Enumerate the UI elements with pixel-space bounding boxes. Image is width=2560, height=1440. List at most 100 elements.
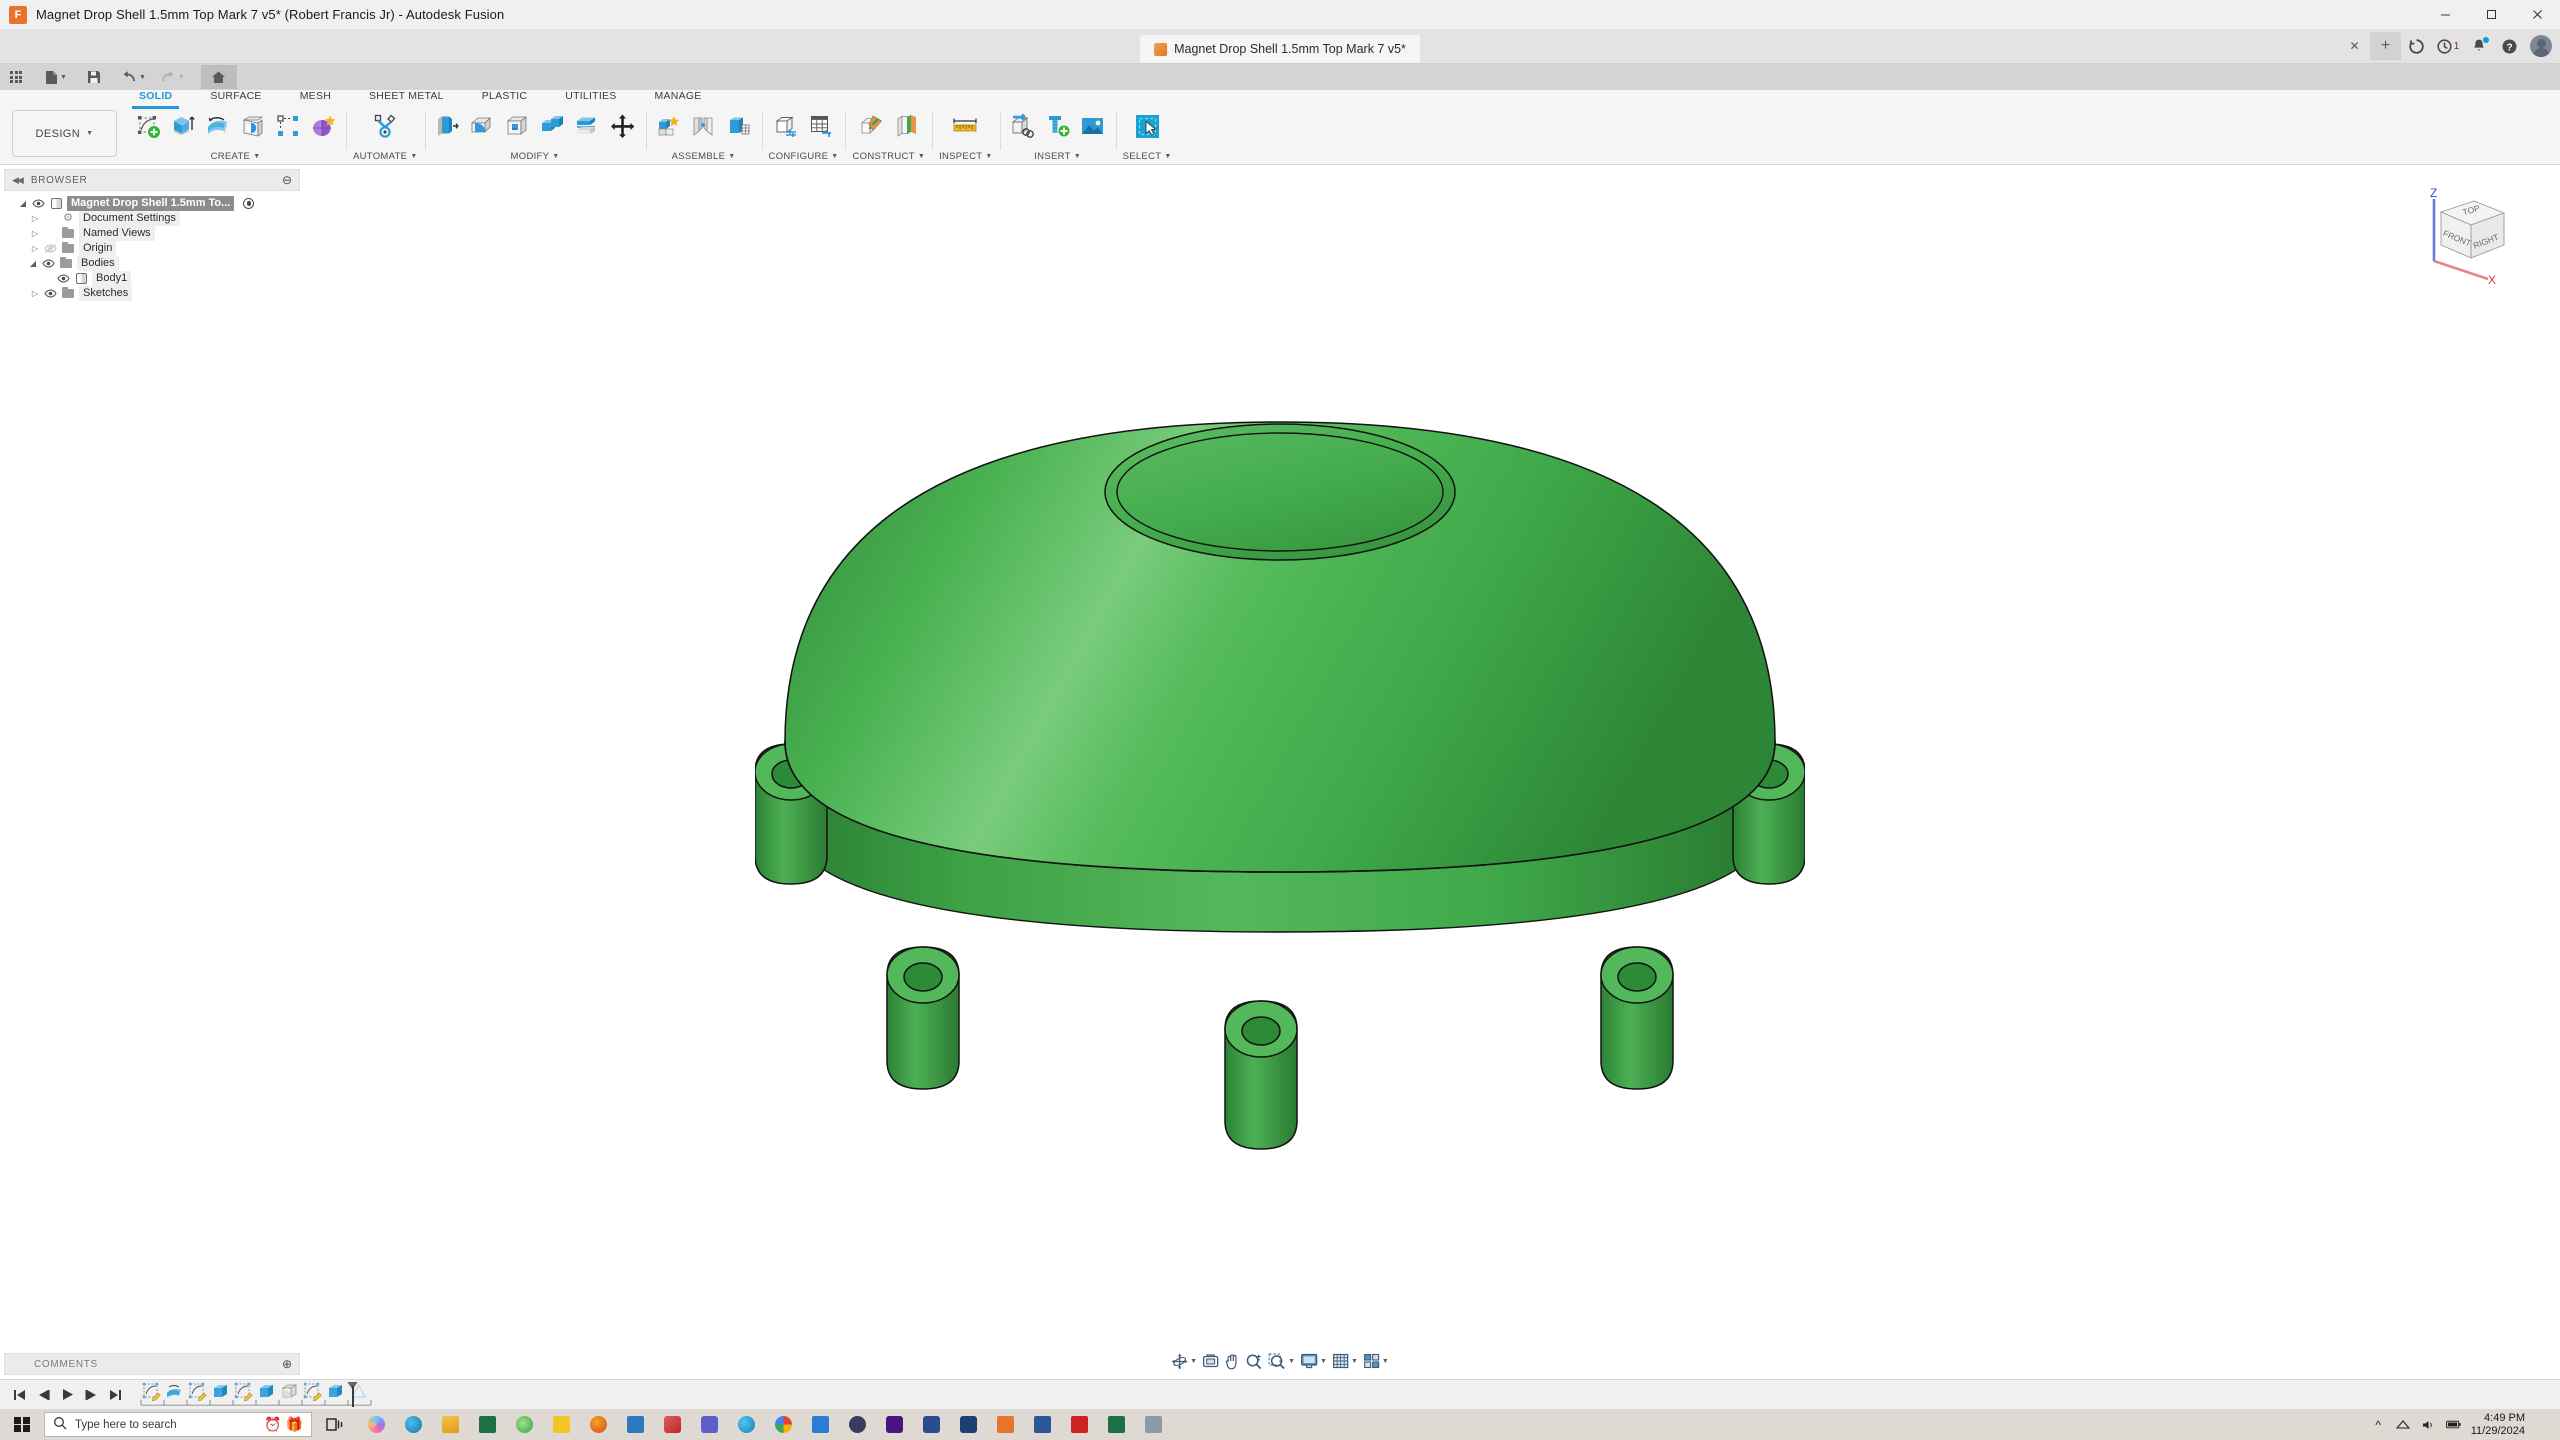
ribbon-tab-plastic[interactable]: PLASTIC — [463, 90, 547, 107]
user-avatar[interactable] — [2530, 35, 2552, 57]
joint-icon[interactable] — [688, 110, 720, 142]
move-copy-icon[interactable] — [607, 110, 639, 142]
taskbar-lightroom[interactable] — [913, 1409, 949, 1440]
orbit-button[interactable]: ▼ — [1169, 1350, 1199, 1372]
expander-open-icon[interactable]: ◢ — [18, 199, 28, 208]
close-button[interactable] — [2514, 0, 2560, 30]
task-view-icon[interactable] — [316, 1409, 352, 1440]
clock-widget-icon[interactable]: ⏰ — [264, 1416, 281, 1433]
expander-closed-icon[interactable]: ▷ — [30, 229, 40, 238]
zoom-button[interactable] — [1243, 1350, 1265, 1372]
job-status-icon[interactable] — [2401, 33, 2432, 60]
chevron-down-icon[interactable]: ▼ — [1320, 1358, 1327, 1365]
taskbar-edge[interactable] — [395, 1409, 431, 1440]
timeline-step-forward[interactable] — [80, 1383, 102, 1407]
recent-activity-icon[interactable]: 1 — [2432, 33, 2463, 60]
browser-options-icon[interactable]: ⊖ — [282, 173, 292, 187]
expander-closed-icon[interactable]: ▷ — [30, 289, 40, 298]
shell-icon[interactable] — [502, 110, 534, 142]
create-form-icon[interactable] — [307, 110, 339, 142]
browser-bodies[interactable]: ◢ Bodies — [4, 256, 300, 271]
view-cube[interactable]: Z X TOP FRONT RIGHT — [2412, 179, 2522, 287]
expander-closed-icon[interactable]: ▷ — [30, 244, 40, 253]
taskbar-excel[interactable] — [469, 1409, 505, 1440]
save-button[interactable] — [81, 65, 107, 89]
chevron-down-icon[interactable]: ▼ — [410, 153, 417, 160]
taskbar-clock[interactable]: 4:49 PM 11/29/2024 — [2471, 1412, 2525, 1438]
minimize-button[interactable] — [2422, 0, 2468, 30]
app-grid-button[interactable] — [3, 65, 29, 89]
combine-icon[interactable] — [537, 110, 569, 142]
taskbar-premiere[interactable] — [876, 1409, 912, 1440]
chevron-down-icon[interactable]: ▼ — [253, 153, 260, 160]
insert-mcmaster-icon[interactable] — [1042, 110, 1074, 142]
new-file-button[interactable]: ▼ — [41, 65, 71, 89]
taskbar-chrome-alt[interactable] — [506, 1409, 542, 1440]
viewport-canvas[interactable]: ◀◀ BROWSER ⊖ ◢ Magnet Drop Shell 1.5mm T… — [0, 165, 2560, 1379]
chevron-down-icon[interactable]: ▼ — [1190, 1358, 1197, 1365]
notifications-bell-icon[interactable] — [2463, 33, 2494, 60]
taskbar-acrobat[interactable] — [1061, 1409, 1097, 1440]
ribbon-tab-mesh[interactable]: MESH — [281, 90, 350, 107]
taskbar-fusion[interactable] — [987, 1409, 1023, 1440]
tab-close-icon[interactable]: ✕ — [2339, 33, 2370, 60]
pan-hand-button[interactable] — [1222, 1350, 1242, 1372]
automated-modeling-icon[interactable] — [369, 110, 401, 142]
chevron-down-icon[interactable]: ▼ — [985, 153, 992, 160]
taskbar-obs[interactable] — [839, 1409, 875, 1440]
split-face-icon[interactable] — [572, 110, 604, 142]
home-button[interactable] — [200, 65, 237, 89]
taskbar-search-box[interactable]: Type here to search ⏰ 🎁 — [44, 1412, 312, 1437]
timeline-feature-sketch-1[interactable] — [140, 1381, 163, 1407]
show-desktop-button[interactable] — [2535, 1417, 2550, 1432]
new-component-icon[interactable] — [653, 110, 685, 142]
timeline-step-back[interactable] — [32, 1383, 54, 1407]
grid-snaps-button[interactable]: ▼ — [1330, 1350, 1360, 1372]
expander-closed-icon[interactable]: ▷ — [30, 214, 40, 223]
select-cursor-icon[interactable] — [1131, 110, 1163, 142]
look-at-button[interactable] — [1200, 1350, 1221, 1372]
visibility-eye-icon[interactable] — [44, 289, 57, 298]
revolve-icon[interactable] — [202, 110, 234, 142]
timeline-feature-extrude-1[interactable] — [209, 1381, 232, 1407]
visibility-eye-icon[interactable] — [32, 199, 45, 208]
configure-design-icon[interactable] — [770, 110, 802, 142]
browser-document-settings[interactable]: ▷ ⚙ Document Settings — [4, 211, 300, 226]
redo-button[interactable]: ▼ — [156, 65, 189, 89]
taskbar-word[interactable] — [1024, 1409, 1060, 1440]
ribbon-tab-solid[interactable]: SOLID — [120, 90, 191, 109]
measure-ruler-icon[interactable] — [950, 110, 982, 142]
ribbon-tab-utilities[interactable]: UTILITIES — [546, 90, 635, 107]
display-settings-button[interactable]: ▼ — [1298, 1350, 1329, 1372]
timeline-feature-extrude-3[interactable] — [324, 1381, 347, 1407]
timeline-feature-fillet-1[interactable] — [278, 1381, 301, 1407]
tray-network-icon[interactable] — [2396, 1417, 2411, 1432]
press-pull-icon[interactable] — [432, 110, 464, 142]
chevron-down-icon[interactable]: ▼ — [1164, 153, 1171, 160]
viewports-button[interactable]: ▼ — [1361, 1350, 1391, 1372]
visibility-eye-icon[interactable] — [42, 259, 55, 268]
insert-canvas-icon[interactable] — [1077, 110, 1109, 142]
gift-widget-icon[interactable]: 🎁 — [286, 1416, 303, 1433]
taskbar-file-explorer[interactable] — [432, 1409, 468, 1440]
chevron-down-icon[interactable]: ▼ — [1351, 1358, 1358, 1365]
maximize-button[interactable] — [2468, 0, 2514, 30]
chevron-down-icon[interactable]: ▼ — [1382, 1358, 1389, 1365]
comments-panel[interactable]: COMMENTS ⊕ — [4, 1353, 300, 1375]
taskbar-paint[interactable] — [654, 1409, 690, 1440]
timeline-feature-sketch-2[interactable] — [186, 1381, 209, 1407]
activate-component-radio[interactable] — [243, 198, 255, 209]
ribbon-tab-sheet-metal[interactable]: SHEET METAL — [350, 90, 463, 107]
tray-chevron-icon[interactable]: ^ — [2371, 1417, 2386, 1432]
taskbar-copilot[interactable] — [358, 1409, 394, 1440]
pattern-icon[interactable] — [272, 110, 304, 142]
browser-collapse-icon[interactable]: ◀◀ — [12, 175, 24, 186]
chevron-down-icon[interactable]: ▼ — [728, 153, 735, 160]
timeline-feature-ghost[interactable] — [347, 1381, 370, 1407]
browser-body1[interactable]: Body1 — [4, 271, 300, 286]
browser-sketches[interactable]: ▷ Sketches — [4, 286, 300, 301]
document-tab[interactable]: Magnet Drop Shell 1.5mm Top Mark 7 v5* — [1140, 35, 1420, 63]
browser-root-component[interactable]: ◢ Magnet Drop Shell 1.5mm To... — [4, 196, 300, 211]
sweep-icon[interactable] — [237, 110, 269, 142]
timeline-feature-sketch-4[interactable] — [301, 1381, 324, 1407]
